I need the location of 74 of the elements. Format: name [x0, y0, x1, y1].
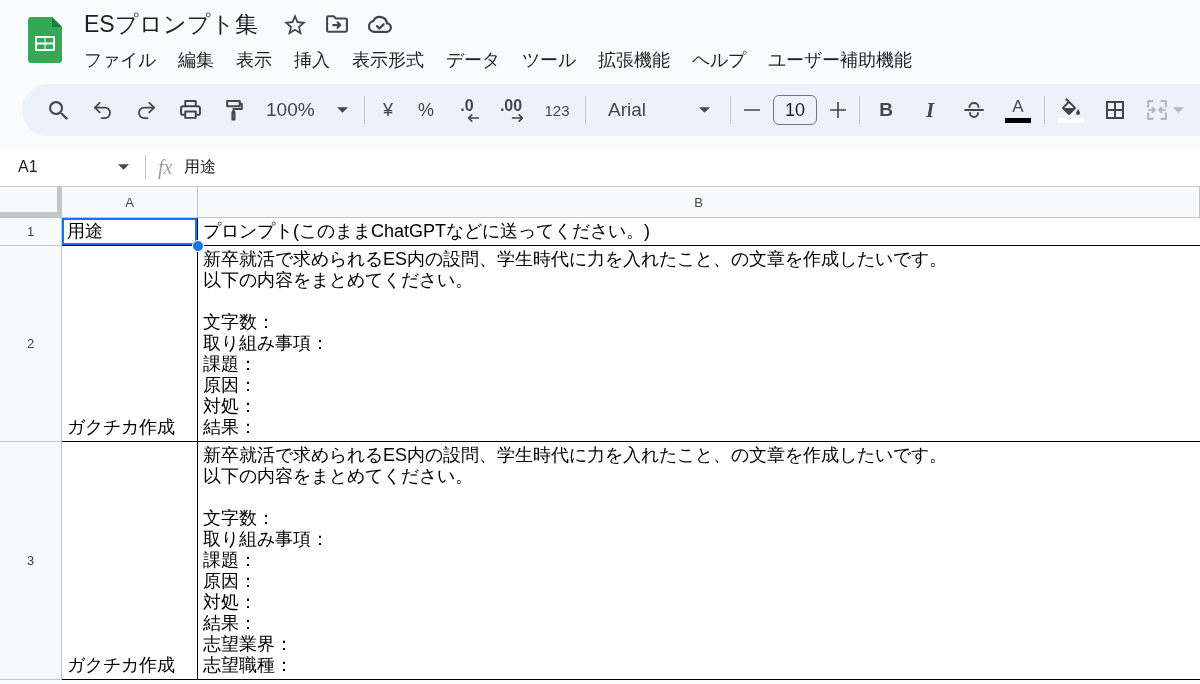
cell-text: 取り組み事項： [203, 333, 330, 354]
document-title[interactable]: ESプロンプト集 [84, 9, 258, 39]
menu-item[interactable]: 表示形式 [352, 48, 424, 72]
right-arrow-icon[interactable] [510, 113, 524, 122]
table-cell[interactable]: ガクチカ作成 [62, 442, 198, 680]
folder-arrow-icon[interactable] [325, 15, 348, 33]
star-icon[interactable] [283, 13, 306, 35]
undo-icon[interactable] [93, 101, 111, 119]
menu-item[interactable]: 表示 [236, 48, 272, 72]
menu-item[interactable]: 挿入 [294, 48, 330, 72]
bold-button[interactable]: B [868, 92, 904, 128]
table-cell[interactable]: 新卒就活で求められるES内の設問、学生時代に力を入れたこと、の文章を作成したいです。 以下の内容をまとめてください。 文字数： 取り組み事項： 課題： 原因： 対処： 結果： 志望業界： 志望職種： [198, 442, 1200, 680]
paint-bucket-icon[interactable] [1062, 97, 1080, 115]
number-format-button[interactable]: 123 [537, 92, 577, 128]
plus-icon[interactable] [830, 102, 846, 118]
grid-icon[interactable] [1106, 101, 1124, 119]
cell-text: 文字数： [203, 508, 276, 529]
function-label: fx [158, 155, 173, 179]
percent-button[interactable]: % [411, 92, 441, 128]
cell-text: 対処： [203, 396, 258, 417]
menu-item[interactable]: ヘルプ [692, 48, 746, 72]
cell-text: 新卒就活で求められるES内の設問、学生時代に力を入れたこと、の文章を作成したいです。 [203, 445, 948, 466]
currency-button[interactable]: ¥ [373, 92, 403, 128]
cloud-check-icon[interactable] [367, 15, 392, 33]
redo-icon[interactable] [137, 101, 155, 119]
font-size-field[interactable]: 10 [773, 95, 817, 125]
column-header[interactable]: B [198, 187, 1200, 218]
strikethrough-icon[interactable] [964, 102, 984, 118]
cell-text: 以下の内容をまとめてください。 [203, 466, 474, 487]
cell-text: 原因： [203, 571, 258, 592]
printer-icon[interactable] [179, 100, 201, 120]
caret-icon[interactable] [118, 164, 129, 170]
cell-text: 課題： [203, 550, 258, 571]
table-cell[interactable]: プロンプト(このままChatGPTなどに送ってください。) [198, 218, 1200, 246]
row-header[interactable]: 1 [0, 218, 62, 246]
cell-text: 取り組み事項： [203, 529, 330, 550]
row-header[interactable]: 2 [0, 246, 62, 442]
cell-text: 文字数： [203, 312, 276, 333]
cell-text: 新卒就活で求められるES内の設問、学生時代に力を入れたこと、の文章を作成したいです。 [203, 249, 948, 270]
menu-item[interactable]: ツール [522, 48, 576, 72]
color-bar-icon[interactable] [1005, 117, 1031, 123]
column-header[interactable]: A [62, 187, 198, 218]
decrease-decimal-button[interactable]: .0 [449, 92, 485, 128]
cell-text: 結果： [203, 613, 258, 634]
caret-icon[interactable] [336, 107, 348, 113]
menu-item[interactable]: ユーザー補助機能 [768, 48, 912, 72]
caret-icon[interactable] [699, 107, 710, 113]
table-cell[interactable]: ガクチカ作成 [62, 246, 198, 442]
formula-input[interactable]: 用途 [184, 156, 217, 178]
menu-item[interactable]: 拡張機能 [598, 48, 670, 72]
cell-text: 対処： [203, 592, 258, 613]
cell-text: 志望職種： [203, 655, 294, 676]
search-icon[interactable] [48, 100, 68, 120]
cell-text: 原因： [203, 375, 258, 396]
cell-text: 課題： [203, 354, 258, 375]
text-color-button[interactable]: A [1000, 92, 1036, 128]
fill-handle[interactable] [192, 240, 204, 252]
table-cell[interactable]: 用途 [62, 218, 198, 246]
spreadsheet-logo-icon[interactable] [28, 17, 62, 63]
row-header[interactable]: 3 [0, 442, 62, 680]
increase-decimal-button[interactable]: .00 [493, 92, 529, 128]
cell-text: 志望業界： [203, 634, 294, 655]
name-box[interactable]: A1 [8, 152, 135, 182]
zoom-dropdown[interactable]: 100% [260, 92, 356, 128]
paint-roller-icon[interactable] [225, 99, 243, 121]
cell-text: 結果： [203, 417, 258, 438]
font-dropdown[interactable]: Arial [594, 92, 722, 128]
menu-item[interactable]: 編集 [178, 48, 214, 72]
cell-text: 以下の内容をまとめてください。 [203, 270, 474, 291]
menu-item[interactable]: ファイル [84, 48, 156, 72]
table-cell[interactable]: 新卒就活で求められるES内の設問、学生時代に力を入れたこと、の文章を作成したいです。 以下の内容をまとめてください。 文字数： 取り組み事項： 課題： 原因： 対処： 結果： [198, 246, 1200, 442]
menu-item[interactable]: データ [446, 48, 500, 72]
left-arrow-icon[interactable] [466, 113, 480, 122]
italic-button[interactable]: I [912, 92, 948, 128]
